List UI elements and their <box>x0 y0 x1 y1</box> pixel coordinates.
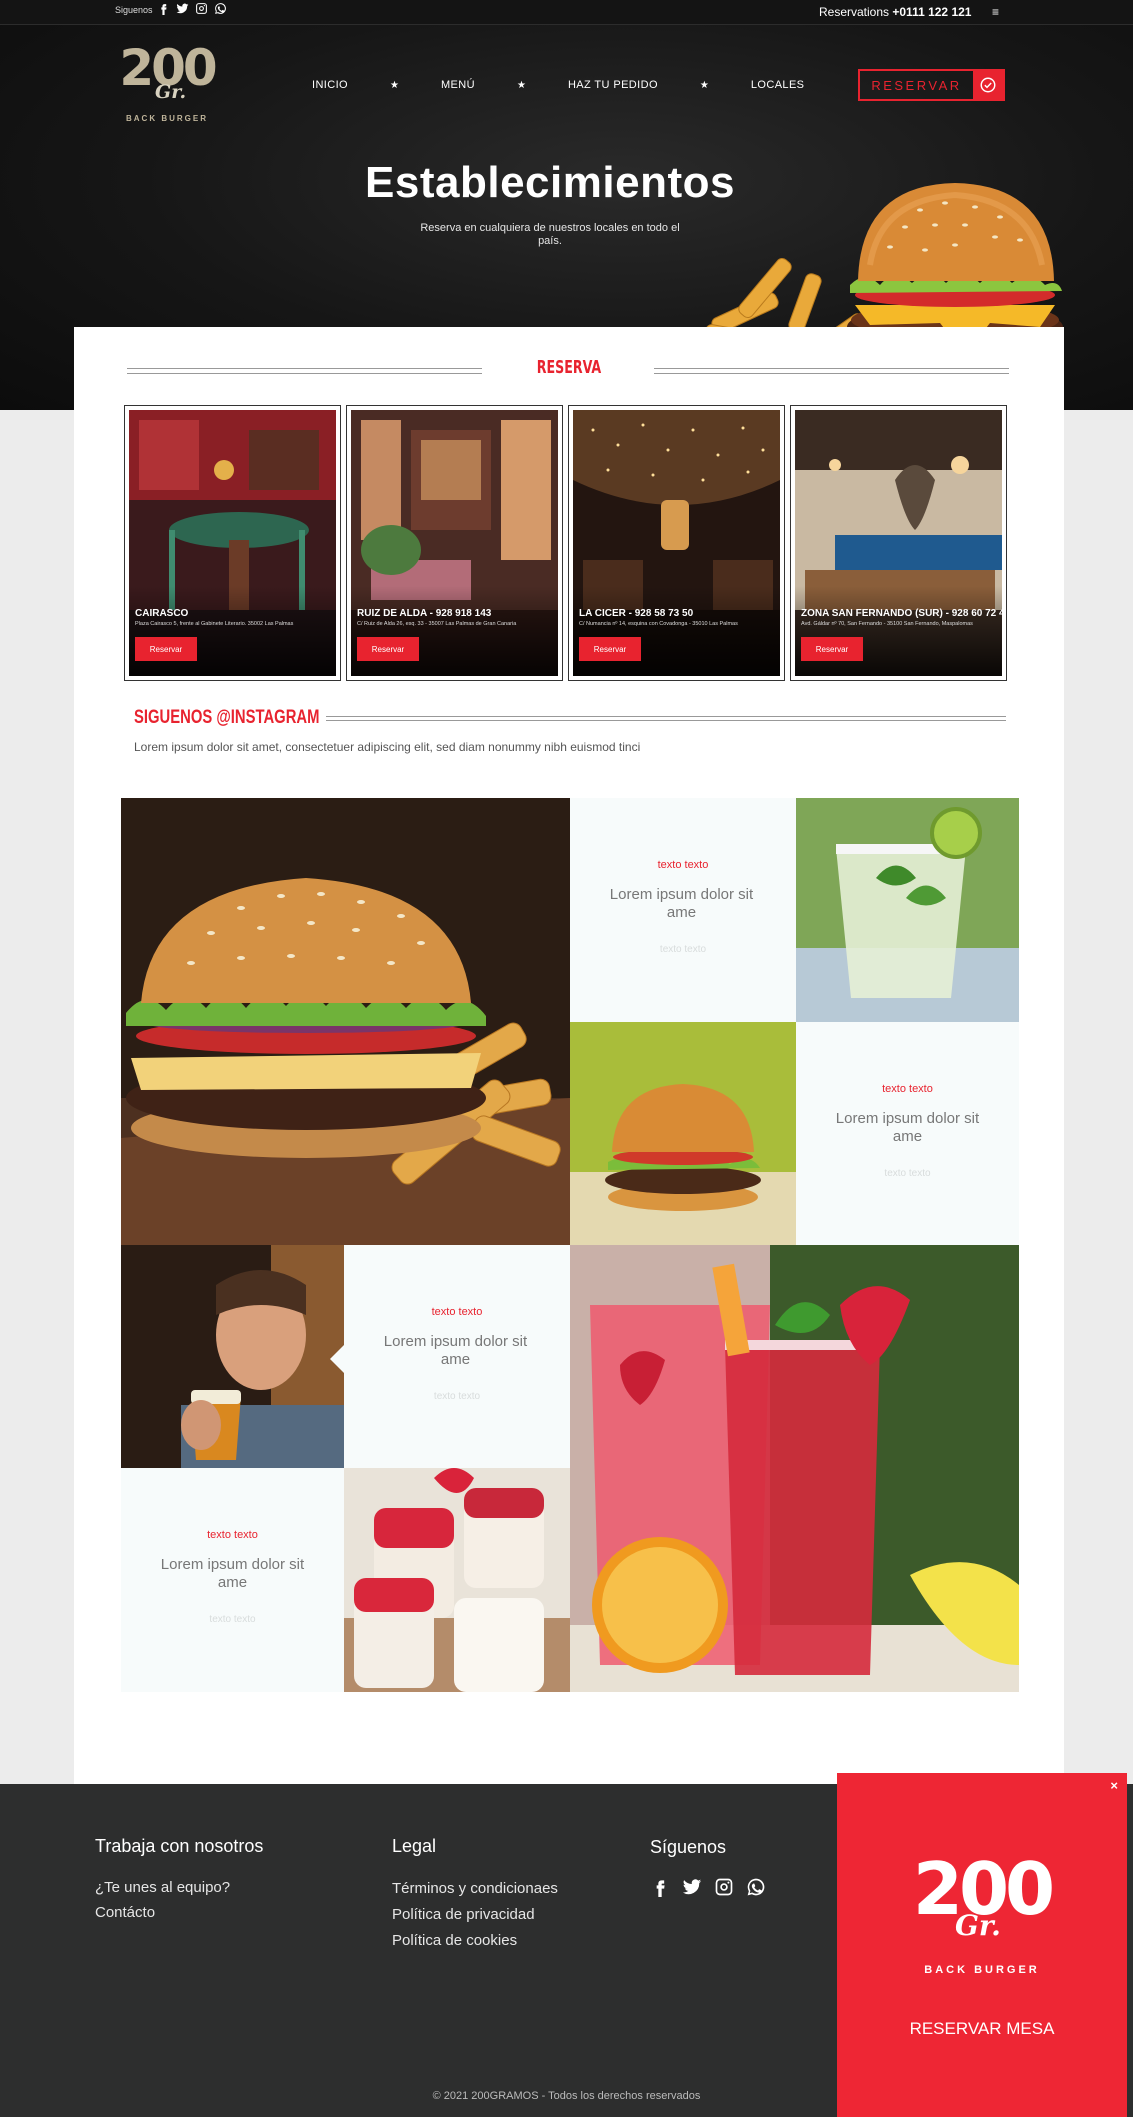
nav-separator-icon: ★ <box>699 79 709 91</box>
top-social-links <box>157 2 227 15</box>
footer-link-terms[interactable]: Términos y condicionaes <box>392 1880 558 1897</box>
lemonade-photo <box>796 798 1019 1022</box>
site-logo[interactable]: 200 Gr. BACK BURGER <box>112 43 222 133</box>
cocktails-photo <box>570 1245 1019 1692</box>
location-name: LA CICER - 928 58 73 50 <box>579 608 694 619</box>
reserva-heading: RESERVA <box>74 357 1064 381</box>
footer-link-privacy[interactable]: Política de privacidad <box>392 1906 535 1923</box>
content-panel: RESERVA CAIRASCO Plaza Cairasco 5, frent… <box>74 327 1064 1784</box>
location-name: ZONA SAN FERNANDO (SUR) - 928 60 72 42 <box>801 608 1002 619</box>
footer-heading: Trabaja con nosotros <box>95 1836 264 1856</box>
nav-separator-icon: ★ <box>390 79 399 91</box>
footer-link-cookies[interactable]: Política de cookies <box>392 1932 517 1949</box>
tile-ghost-text: texto texto <box>433 1391 481 1402</box>
tile-text: Lorem ipsum dolor sit ame <box>835 1110 980 1145</box>
instagram-photo-cocktails[interactable] <box>570 1245 1019 1692</box>
tile-kicker: texto texto <box>431 1306 483 1318</box>
heading-divider <box>654 368 1009 374</box>
footer-heading: Legal <box>392 1836 437 1856</box>
reserva-title: RESERVA <box>536 357 602 378</box>
location-card: CAIRASCO Plaza Cairasco 5, frente al Gab… <box>124 405 341 681</box>
whatsapp-icon[interactable] <box>214 2 227 15</box>
location-address: C/ Numancia nº 14, esquina con Covadonga… <box>579 621 738 627</box>
tile-ghost-text: texto texto <box>209 1614 256 1625</box>
burger-photo <box>121 798 570 1245</box>
nav-item-inicio[interactable]: INICIO <box>312 79 348 91</box>
tile-kicker: texto texto <box>657 859 709 871</box>
reservations-info: Reservations +0111 122 121 <box>819 5 971 19</box>
location-address: Plaza Cairasco 5, frente al Gabinete Lit… <box>135 621 294 627</box>
beer-drinker-photo <box>121 1245 344 1468</box>
close-icon[interactable]: × <box>1110 1778 1118 1793</box>
small-burger-photo <box>570 1022 796 1245</box>
instagram-title: SIGUENOS @INSTAGRAM <box>134 707 320 728</box>
instagram-photo-burger[interactable] <box>121 798 570 1245</box>
reserve-table-popup[interactable]: × 200 Gr. BACK BURGER RESERVAR MESA <box>837 1773 1127 2117</box>
tile-pointer <box>782 898 796 926</box>
instagram-photo-small-burger[interactable] <box>570 1022 796 1245</box>
instagram-text-tile: texto texto Lorem ipsum dolor sit ame te… <box>121 1468 344 1692</box>
instagram-photo-lemonade[interactable] <box>796 798 1019 1022</box>
reserve-location-button[interactable]: Reservar <box>135 637 197 661</box>
tile-kicker: texto texto <box>207 1529 258 1541</box>
footer-social-links <box>650 1877 766 1897</box>
reserve-button-label: RESERVAR <box>871 77 962 93</box>
instagram-photo-desserts[interactable] <box>344 1468 570 1692</box>
whatsapp-icon[interactable] <box>746 1877 766 1897</box>
nav-item-pedido[interactable]: HAZ TU PEDIDO <box>568 79 658 91</box>
instagram-photo-beer[interactable] <box>121 1245 344 1468</box>
location-name: CAIRASCO <box>135 608 189 619</box>
nav-separator-icon: ★ <box>516 79 526 91</box>
reserve-location-button[interactable]: Reservar <box>357 637 419 661</box>
tile-text: Lorem ipsum dolor sit ame <box>383 1333 528 1368</box>
menu-toggle-icon[interactable]: ≡ <box>992 5 999 19</box>
instagram-text-tile: texto texto Lorem ipsum dolor sit ame te… <box>570 798 796 1022</box>
heading-divider <box>326 716 1006 721</box>
location-address: C/ Ruiz de Alda 26, esq. 33 - 35007 Las … <box>357 621 517 627</box>
twitter-icon[interactable] <box>176 2 189 15</box>
footer-link-contact[interactable]: Contácto <box>95 1904 155 1921</box>
reservations-label: Reservations <box>819 5 890 19</box>
location-card: RUIZ DE ALDA - 928 918 143 C/ Ruiz de Al… <box>346 405 563 681</box>
tile-pointer <box>330 1345 344 1373</box>
facebook-icon[interactable] <box>157 2 170 15</box>
instagram-description: Lorem ipsum dolor sit amet, consectetuer… <box>134 740 641 754</box>
reserve-location-button[interactable]: Reservar <box>579 637 641 661</box>
tile-kicker: texto texto <box>882 1083 933 1095</box>
popup-brand: BACK BURGER <box>924 1964 1040 1976</box>
page-subtitle: Reserva en cualquiera de nuestros locale… <box>420 222 680 247</box>
footer-heading: Síguenos <box>650 1837 727 1857</box>
top-bar: Siguenos Reservations +0111 122 121 ≡ <box>0 0 1133 25</box>
location-name: RUIZ DE ALDA - 928 918 143 <box>357 608 492 619</box>
desserts-photo <box>344 1468 570 1692</box>
tile-text: Lorem ipsum dolor sit ame <box>160 1556 305 1591</box>
main-nav: INICIO ★ MENÚ ★ HAZ TU PEDIDO ★ LOCALES <box>312 79 804 91</box>
footer-link-join[interactable]: ¿Te unes al equipo? <box>95 1879 230 1896</box>
location-address: Avd. Gáldar nº 70, San Fernando - 35100 … <box>801 621 973 627</box>
facebook-icon[interactable] <box>650 1877 670 1897</box>
tile-ghost-text: texto texto <box>659 944 707 955</box>
instagram-icon[interactable] <box>195 2 208 15</box>
tile-ghost-text: texto texto <box>884 1168 931 1179</box>
instagram-icon[interactable] <box>714 1877 734 1897</box>
instagram-text-tile: texto texto Lorem ipsum dolor sit ame te… <box>796 1022 1019 1245</box>
logo-subtitle: BACK BURGER <box>126 114 208 123</box>
reserve-location-button[interactable]: Reservar <box>801 637 863 661</box>
reserve-button[interactable]: RESERVAR <box>858 69 1005 101</box>
location-card: ZONA SAN FERNANDO (SUR) - 928 60 72 42 A… <box>790 405 1007 681</box>
check-circle-icon <box>973 71 1003 99</box>
location-card: LA CICER - 928 58 73 50 C/ Numancia nº 1… <box>568 405 785 681</box>
nav-item-locales[interactable]: LOCALES <box>751 79 805 91</box>
logo-gr: Gr. <box>155 81 187 103</box>
nav-item-menu[interactable]: MENÚ <box>441 79 475 91</box>
follow-label: Siguenos <box>115 5 153 15</box>
reserve-table-button[interactable]: RESERVAR MESA <box>837 2019 1127 2039</box>
instagram-text-tile: texto texto Lorem ipsum dolor sit ame te… <box>344 1245 570 1468</box>
popup-logo-gr: Gr. <box>955 1909 1001 1942</box>
twitter-icon[interactable] <box>682 1877 702 1897</box>
heading-divider <box>127 368 482 374</box>
tile-text: Lorem ipsum dolor sit ame <box>609 886 754 921</box>
reservations-phone[interactable]: +0111 122 121 <box>892 5 971 19</box>
